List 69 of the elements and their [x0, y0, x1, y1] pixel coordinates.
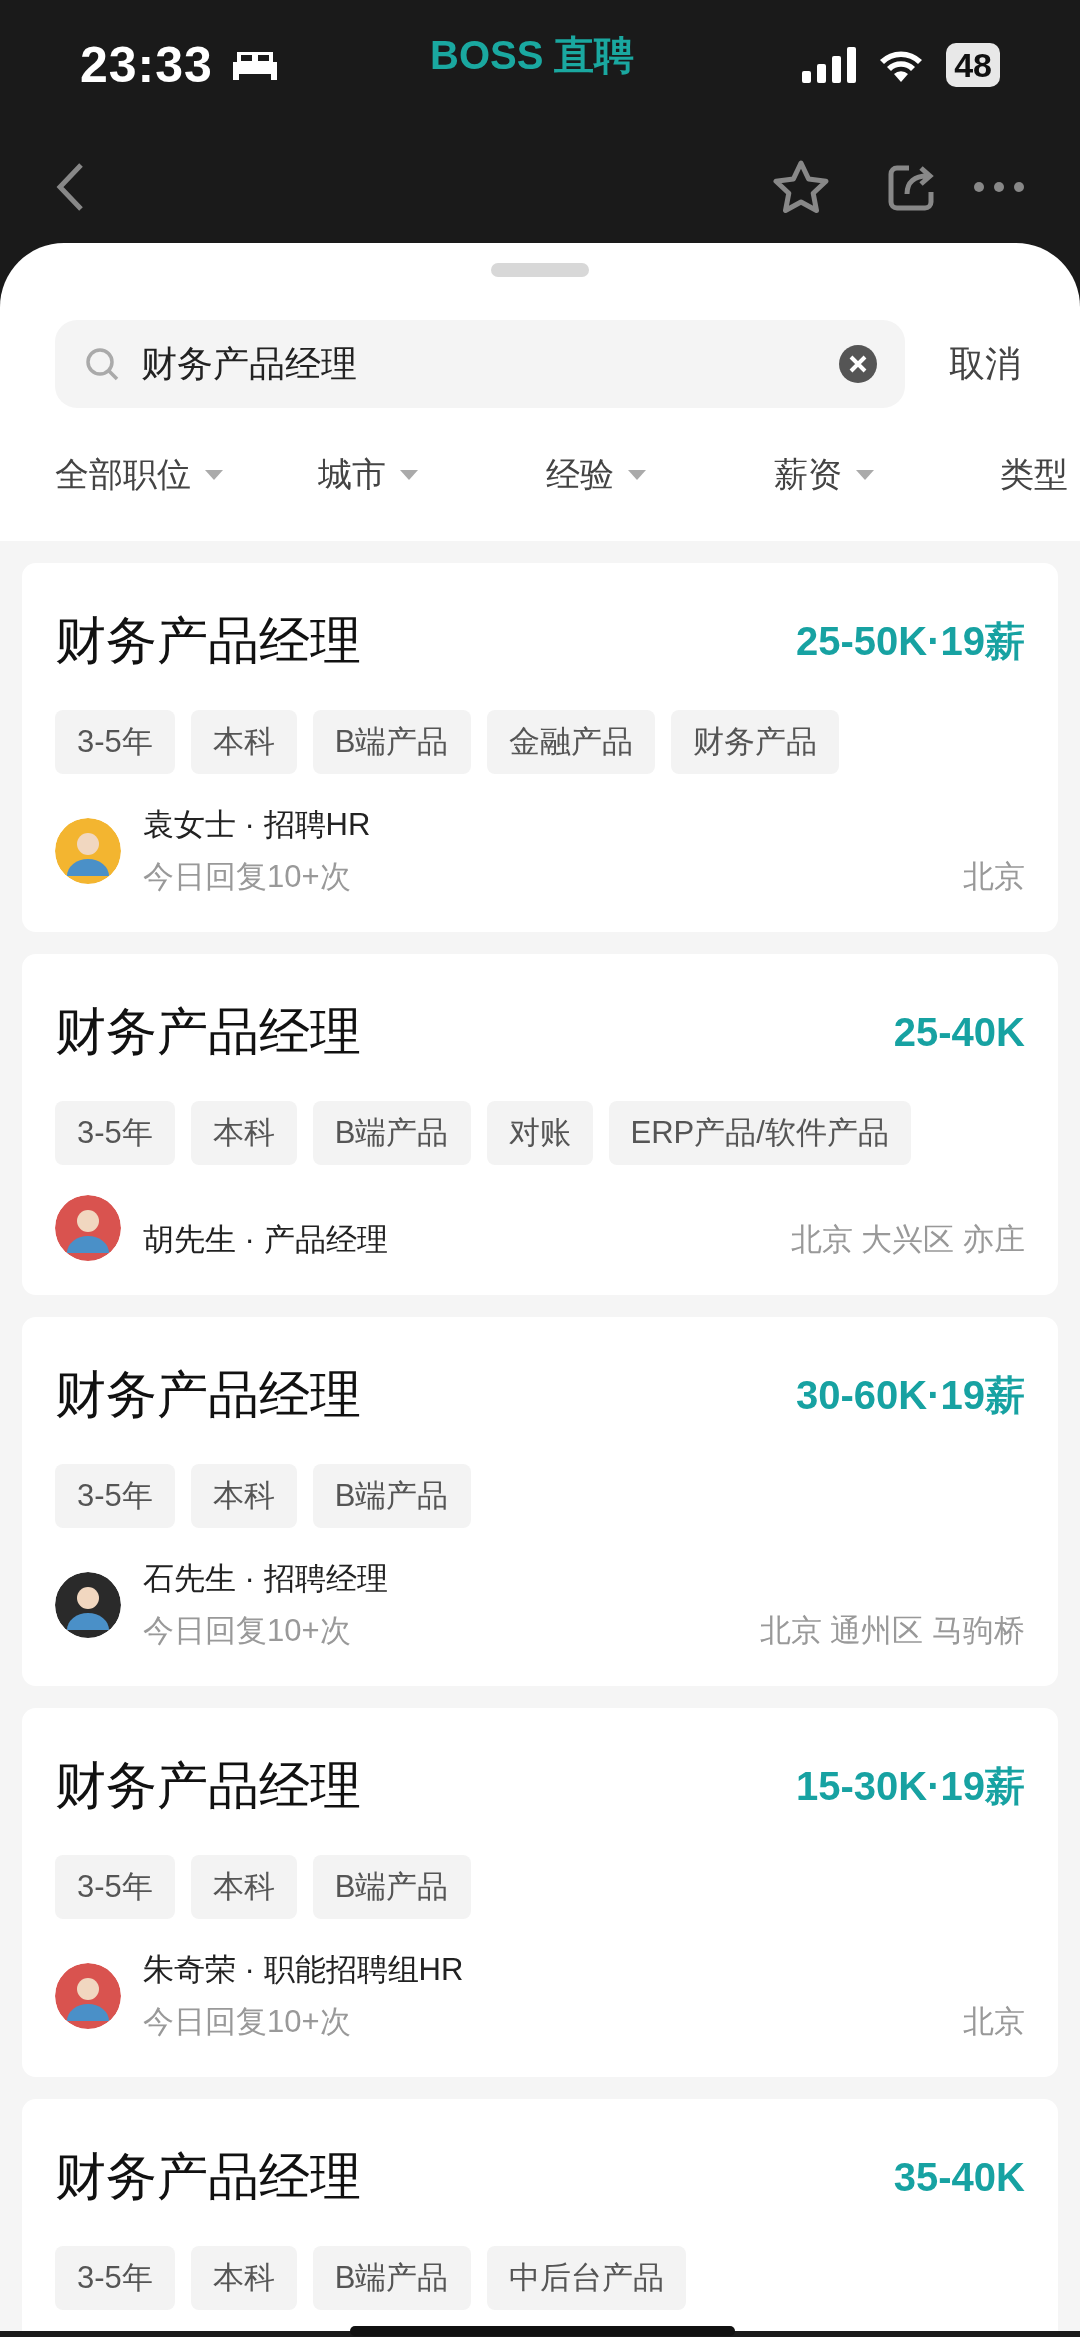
- back-icon[interactable]: [55, 161, 85, 212]
- job-card[interactable]: 财务产品经理 25-40K 3-5年 本科 B端产品 对账 ERP产品/软件产品 胡先生 · 产品经理 北京 大兴区 亦庄: [22, 954, 1058, 1295]
- star-icon[interactable]: [773, 159, 829, 214]
- job-tag: 本科: [190, 1101, 297, 1165]
- job-tag: 3-5年: [55, 1101, 175, 1165]
- job-tag: 3-5年: [55, 1464, 175, 1528]
- job-tag: 本科: [190, 2246, 297, 2310]
- salary-text: 30-60K·19薪: [796, 1372, 1025, 1419]
- reply-activity: 今日回复10+次: [143, 2003, 352, 2041]
- job-tag: 对账: [486, 1101, 593, 1165]
- job-card[interactable]: 财务产品经理 30-60K·19薪 3-5年 本科 B端产品 石先生 · 招聘经理 今日回复10+次 北京 通州区 马驹桥: [22, 1317, 1058, 1686]
- more-icon[interactable]: [973, 180, 1025, 193]
- reply-activity: 今日回复10+次: [143, 858, 352, 896]
- dropdown-icon: [400, 469, 418, 480]
- job-title: 财务产品经理: [55, 1756, 361, 1816]
- job-card[interactable]: 财务产品经理 35-40K 3-5年 本科 B端产品 中后台产品: [22, 2099, 1058, 2331]
- job-tag: B端产品: [312, 1464, 471, 1528]
- dropdown-icon: [205, 469, 223, 480]
- cancel-button[interactable]: 取消: [949, 339, 1021, 389]
- recruiter-name: 石先生 · 招聘经理: [143, 1560, 389, 1598]
- job-location: 北京 通州区 马驹桥: [759, 1612, 1025, 1650]
- filter-dropdown[interactable]: 类型: [1000, 451, 1080, 498]
- search-value: 财务产品经理: [141, 341, 358, 386]
- filter-dropdown[interactable]: 经验: [546, 451, 774, 498]
- job-title: 财务产品经理: [55, 1365, 361, 1425]
- job-tag: B端产品: [312, 2246, 471, 2310]
- job-tag: ERP产品/软件产品: [608, 1101, 911, 1165]
- job-title: 财务产品经理: [55, 611, 361, 671]
- job-title: 财务产品经理: [55, 2147, 361, 2207]
- job-tag: B端产品: [312, 710, 471, 774]
- wifi-icon: [878, 48, 925, 82]
- status-time: 23:33: [80, 36, 213, 94]
- job-title: 财务产品经理: [55, 1002, 361, 1062]
- recruiter-name: 朱奇荣 · 职能招聘组HR: [143, 1951, 465, 1989]
- filter-dropdown[interactable]: 全部职位: [55, 451, 318, 498]
- signal-icon: [802, 47, 857, 83]
- job-card[interactable]: 财务产品经理 15-30K·19薪 3-5年 本科 B端产品 朱奇荣 · 职能招聘组HR 今日回复10+次 北京: [22, 1708, 1058, 2077]
- search-icon: [85, 347, 119, 381]
- salary-text: 35-40K: [893, 2155, 1025, 2200]
- job-tag: 3-5年: [55, 2246, 175, 2310]
- clear-icon[interactable]: [839, 345, 877, 383]
- filter-dropdown[interactable]: 薪资: [774, 451, 1000, 498]
- job-tag: 中后台产品: [486, 2246, 686, 2310]
- reply-activity: 今日回复10+次: [143, 1612, 352, 1650]
- job-tag: 本科: [190, 1855, 297, 1919]
- job-location: 北京: [963, 2003, 1025, 2041]
- salary-text: 25-40K: [893, 1010, 1025, 1055]
- job-tag: 3-5年: [55, 1855, 175, 1919]
- battery-icon: 48: [946, 43, 1000, 87]
- job-tag: 本科: [190, 1464, 297, 1528]
- salary-text: 25-50K·19薪: [796, 618, 1025, 665]
- job-tag: B端产品: [312, 1855, 471, 1919]
- job-tag: 财务产品: [670, 710, 839, 774]
- job-tag: 金融产品: [486, 710, 655, 774]
- job-tag: 本科: [190, 710, 297, 774]
- job-tag: B端产品: [312, 1101, 471, 1165]
- dropdown-icon: [628, 469, 646, 480]
- dropdown-icon: [856, 469, 874, 480]
- recruiter-name: 胡先生 · 产品经理: [143, 1221, 389, 1259]
- search-field[interactable]: 财务产品经理: [55, 320, 905, 408]
- job-card[interactable]: 财务产品经理 25-50K·19薪 3-5年 本科 B端产品 金融产品 财务产品 袁女士 · 招聘HR 今日回复10+次 北京: [22, 563, 1058, 932]
- job-location: 北京: [963, 858, 1025, 896]
- salary-text: 15-30K·19薪: [796, 1763, 1025, 1810]
- job-location: 北京 大兴区 亦庄: [790, 1221, 1025, 1259]
- job-tag: 3-5年: [55, 710, 175, 774]
- filter-dropdown[interactable]: 城市: [318, 451, 546, 498]
- app-logo: BOSS 直聘: [430, 32, 635, 79]
- recruiter-name: 袁女士 · 招聘HR: [143, 806, 372, 844]
- sheet-handle[interactable]: [491, 263, 589, 277]
